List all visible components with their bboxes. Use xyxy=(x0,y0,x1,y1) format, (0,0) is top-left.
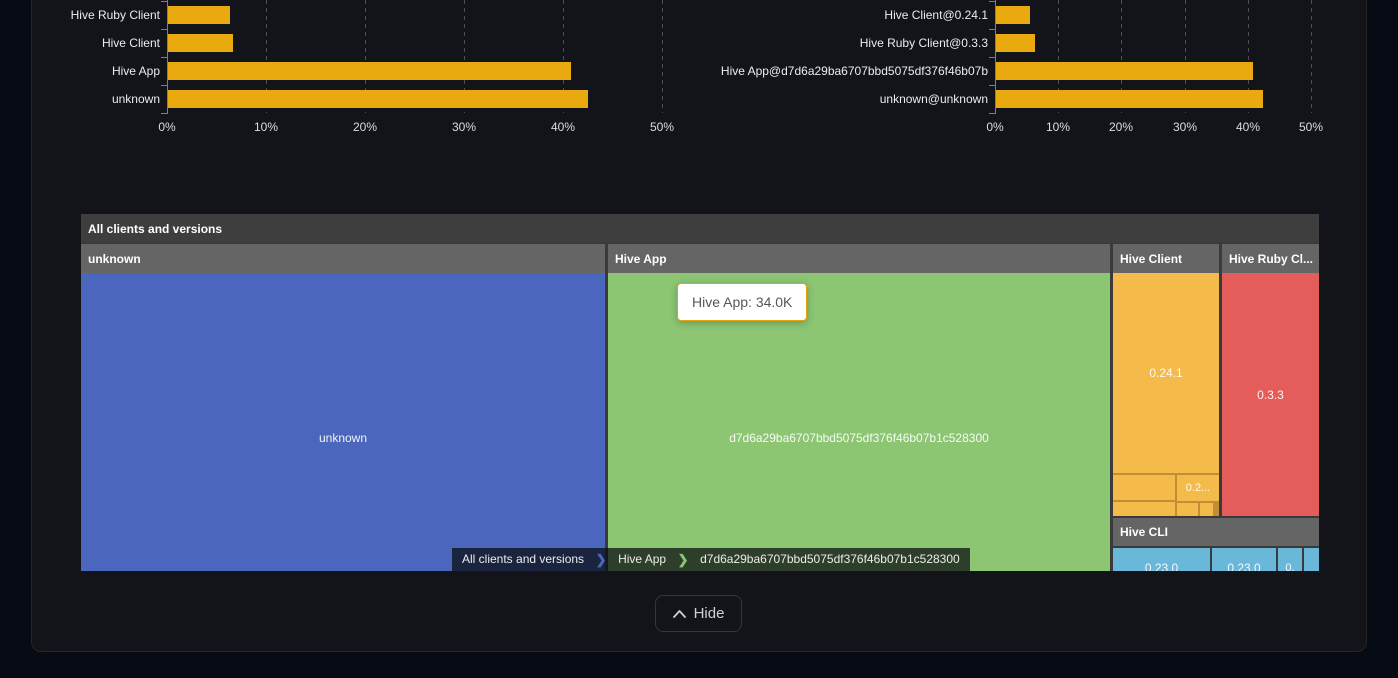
hide-button[interactable]: Hide xyxy=(655,595,742,632)
x-tick-label: 40% xyxy=(1218,120,1278,134)
bar-hive-client-0-24-1[interactable] xyxy=(996,6,1030,24)
bar-unknown-unknown[interactable] xyxy=(996,90,1263,108)
treemap-section-header[interactable]: Hive Ruby Cl... xyxy=(1222,244,1319,273)
treemap-section-header[interactable]: Hive Client xyxy=(1113,244,1219,273)
bar-hive-app-d7d6a29ba6707bbd5075df376f46b07b[interactable] xyxy=(996,62,1253,80)
category-label: unknown@unknown xyxy=(692,90,988,108)
treemap-cell[interactable] xyxy=(1177,503,1198,516)
tooltip-text: Hive App: 34.0K xyxy=(692,294,792,310)
treemap-title[interactable]: All clients and versions xyxy=(81,214,1319,243)
bar-chart-client-versions: 0%10%20% 30%40%50% Hive Client@0.24.1 Hive … xyxy=(0,0,1398,140)
breadcrumb-chevron-icon: ❯ xyxy=(594,548,608,571)
bar-hive-ruby-client-0-3-3[interactable] xyxy=(996,34,1035,52)
treemap-cell[interactable]: 0.3.3 xyxy=(1222,273,1319,516)
gridline xyxy=(1311,0,1312,113)
treemap-tooltip: Hive App: 34.0K xyxy=(677,283,807,321)
breadcrumb-item[interactable]: Hive App xyxy=(608,548,676,571)
treemap-cell[interactable] xyxy=(1113,475,1175,500)
treemap-section-header[interactable]: unknown xyxy=(81,244,605,273)
breadcrumb-chevron-icon: ❯ xyxy=(676,548,690,571)
x-tick-label: 30% xyxy=(1155,120,1215,134)
x-tick-label: 0% xyxy=(965,120,1025,134)
treemap-cell[interactable] xyxy=(1304,548,1319,571)
axis-tick xyxy=(989,113,995,114)
treemap-cell[interactable] xyxy=(1113,502,1175,516)
treemap-cell[interactable]: 0.23.0 xyxy=(1113,548,1210,571)
category-label: Hive Client@0.24.1 xyxy=(692,6,988,24)
axis-tick xyxy=(989,85,995,86)
x-tick-label: 50% xyxy=(1281,120,1341,134)
hide-button-label: Hide xyxy=(694,605,725,622)
treemap-cell[interactable]: 0. xyxy=(1278,548,1302,571)
dashboard-root: 0%10%20%30%40%50%Hive Ruby ClientHive Cl… xyxy=(0,0,1398,678)
treemap-section-header[interactable]: Hive CLI xyxy=(1113,518,1319,546)
treemap-cell[interactable]: unknown xyxy=(81,273,605,571)
treemap-section-header[interactable]: Hive App xyxy=(608,244,1110,273)
treemap-cell[interactable]: 0.24.1 xyxy=(1113,273,1219,473)
category-label: Hive App@d7d6a29ba6707bbd5075df376f46b07… xyxy=(692,62,988,80)
axis-tick xyxy=(989,57,995,58)
treemap-all-clients-and-versions[interactable]: All clients and versionsunknownunknownHi… xyxy=(81,214,1319,571)
treemap-breadcrumb: All clients and versions❯Hive App❯d7d6a2… xyxy=(452,548,970,571)
x-tick-label: 10% xyxy=(1028,120,1088,134)
chevron-up-icon xyxy=(673,610,686,618)
category-label: Hive Ruby Client@0.3.3 xyxy=(692,34,988,52)
x-tick-label: 20% xyxy=(1091,120,1151,134)
treemap-cell[interactable] xyxy=(1200,503,1213,516)
treemap-cell[interactable]: 0.23.0 xyxy=(1212,548,1276,571)
axis-tick xyxy=(989,29,995,30)
treemap-cell[interactable]: 0.2... xyxy=(1177,475,1219,501)
breadcrumb-item[interactable]: d7d6a29ba6707bbd5075df376f46b07b1c528300 xyxy=(690,548,970,571)
breadcrumb-item[interactable]: All clients and versions xyxy=(452,548,594,571)
axis-tick xyxy=(989,1,995,2)
